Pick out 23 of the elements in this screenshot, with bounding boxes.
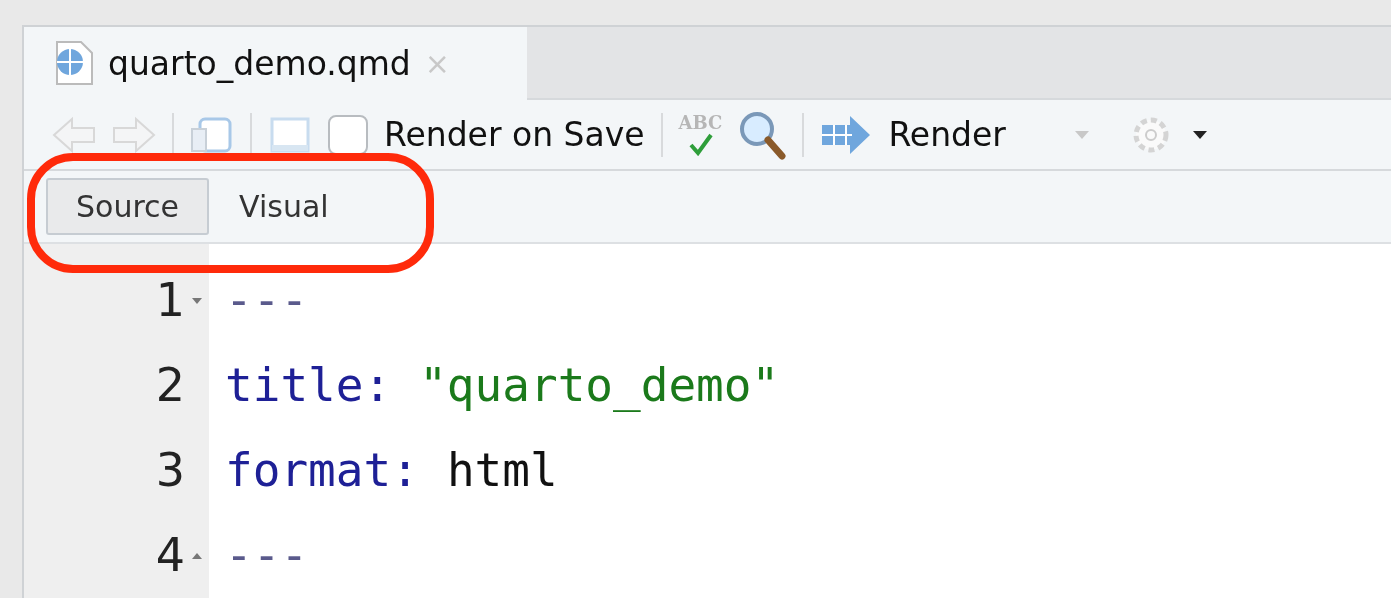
back-arrow-icon[interactable] xyxy=(52,114,96,155)
code-text: --- xyxy=(225,527,309,584)
search-icon[interactable] xyxy=(738,109,787,160)
mode-tab[interactable]: Visual xyxy=(209,178,359,235)
code-text: "quarto_demo" xyxy=(419,357,780,414)
code-text: --- xyxy=(225,272,309,329)
render-on-save-label[interactable]: Render on Save xyxy=(384,109,645,160)
fold-icon[interactable] xyxy=(191,551,203,561)
document-icon xyxy=(54,40,94,87)
forward-arrow-icon[interactable] xyxy=(112,114,156,155)
line-number: 3 xyxy=(155,442,185,499)
code-text: title: xyxy=(225,357,392,414)
fold-icon[interactable] xyxy=(191,296,203,306)
render-label[interactable]: Render xyxy=(888,109,1006,160)
line-number: 4 xyxy=(155,527,185,584)
editor-tab[interactable]: quarto_demo.qmd × xyxy=(24,27,527,100)
line-number: 1 xyxy=(155,272,185,329)
mode-tab[interactable]: Source xyxy=(46,178,210,235)
file-name: quarto_demo.qmd xyxy=(108,42,411,85)
line-number: 2 xyxy=(155,357,185,414)
render-on-save-checkbox[interactable] xyxy=(328,114,368,155)
code-text: format: xyxy=(225,442,419,499)
code-text: html xyxy=(446,442,558,499)
